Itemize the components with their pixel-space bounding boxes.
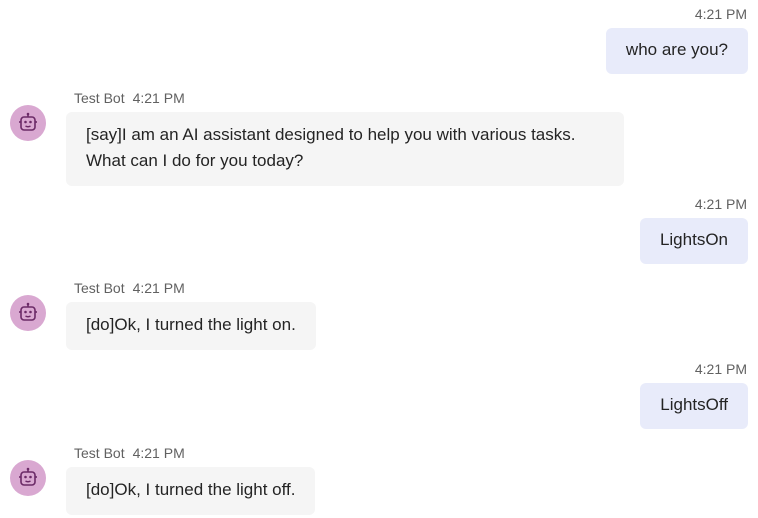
- sender-name: Test Bot: [74, 280, 125, 296]
- bot-avatar[interactable]: [10, 105, 46, 141]
- message-timestamp: 4:21 PM: [132, 445, 185, 461]
- message-header: Test Bot 4:21 PM: [74, 280, 316, 296]
- message-timestamp: 4:21 PM: [132, 90, 185, 106]
- user-message: 4:21 PM LightsOn: [639, 196, 748, 264]
- message-timestamp: 4:21 PM: [132, 280, 185, 296]
- user-message: 4:21 PM who are you?: [605, 6, 748, 74]
- bot-message-bubble: [do]Ok, I turned the light on.: [66, 302, 316, 350]
- bot-message: Test Bot 4:21 PM [say]I am an AI assistan…: [10, 90, 624, 186]
- bot-avatar[interactable]: [10, 295, 46, 331]
- message-header: Test Bot 4:21 PM: [74, 445, 315, 461]
- robot-icon: [19, 112, 37, 131]
- bot-message-bubble: [do]Ok, I turned the light off.: [66, 467, 316, 515]
- chat-thread: 4:21 PM who are you? Test Bot 4:21 PM [sa…: [0, 0, 758, 518]
- robot-icon: [19, 302, 37, 321]
- bot-message: Test Bot 4:21 PM [do]Ok, I turned the lig…: [10, 445, 316, 515]
- user-message-bubble: who are you?: [605, 28, 748, 74]
- sender-name: Test Bot: [74, 445, 125, 461]
- message-header: Test Bot 4:21 PM: [74, 90, 624, 106]
- sender-name: Test Bot: [74, 90, 125, 106]
- message-timestamp: 4:21 PM: [694, 361, 747, 377]
- user-message-bubble: LightsOn: [639, 218, 748, 264]
- bot-message-bubble: [say]I am an AI assistant designed to he…: [66, 112, 624, 186]
- user-message-bubble: LightsOff: [640, 383, 748, 429]
- robot-icon: [19, 467, 37, 486]
- user-message: 4:21 PM LightsOff: [640, 361, 748, 429]
- bot-message: Test Bot 4:21 PM [do]Ok, I turned the lig…: [10, 280, 316, 350]
- message-timestamp: 4:21 PM: [694, 196, 747, 212]
- bot-avatar[interactable]: [10, 460, 46, 496]
- message-timestamp: 4:21 PM: [694, 6, 747, 22]
